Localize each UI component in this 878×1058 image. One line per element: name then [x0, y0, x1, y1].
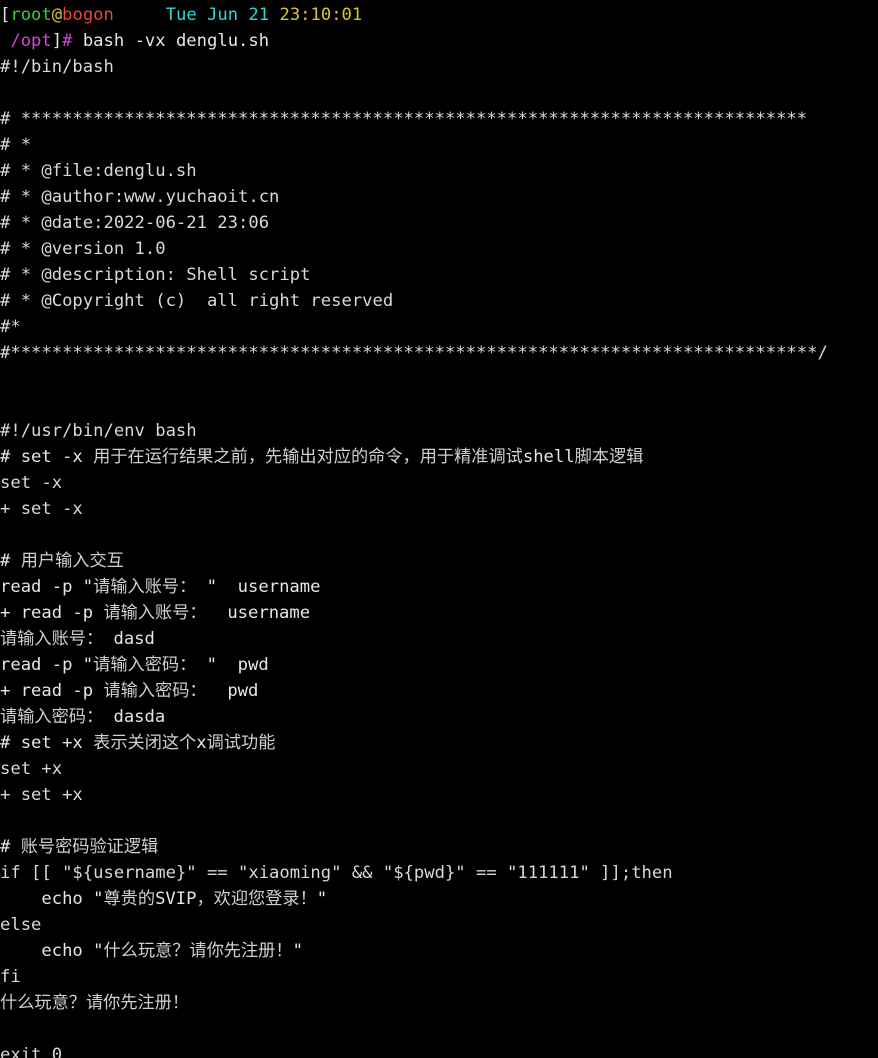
ascii-run: # set -x — [0, 447, 94, 467]
terminal-line-comment-setx: # set -x 用于在运行结果之前，先输出对应的命令，用于精准调试shell脚… — [0, 444, 878, 470]
terminal-line-src-exit: exit 0 — [0, 1045, 63, 1058]
terminal-line-out-fail: 什么玩意？请你先注册！ — [0, 990, 878, 1016]
terminal-line-src-fi: fi — [0, 967, 21, 987]
prompt-at-symbol: @ — [51, 5, 63, 25]
prompt-line-command[interactable]: /opt]# bash -vx denglu.sh — [0, 28, 878, 54]
cjk-run: 请输入账号： — [103, 603, 207, 623]
terminal-line-trace-read-user: + read -p 请输入账号： username — [0, 600, 878, 626]
ascii-run: pwd — [206, 681, 259, 701]
cjk-run: 尊贵的 — [103, 889, 156, 909]
cjk-run: 请输入密码： — [0, 707, 104, 727]
terminal-line-trace-read-pwd: + read -p 请输入密码： pwd — [0, 678, 878, 704]
prompt-line-host: [root@bogon Tue Jun 21 23:10:01 — [0, 0, 878, 28]
ascii-run: " pwd — [196, 655, 269, 675]
terminal-line-out-read-user: 请输入账号： dasd — [0, 626, 878, 652]
ascii-run: username — [206, 603, 311, 623]
terminal-line-hdr-bottom: #***************************************… — [0, 343, 828, 363]
terminal-line-src-else: else — [0, 915, 42, 935]
terminal-line-blank-4 — [0, 522, 878, 548]
terminal-line-out-read-pwd: 请输入密码： dasda — [0, 704, 878, 730]
prompt-date: Tue Jun 21 — [165, 5, 270, 25]
ascii-run: # set +x — [0, 733, 94, 753]
cjk-run: 请输入账号： — [0, 629, 104, 649]
cjk-run: ，欢迎您登录！ — [196, 889, 317, 909]
terminal-line-src-set-x: set -x — [0, 473, 63, 493]
cjk-run: 请输入密码： — [103, 681, 207, 701]
terminal-line-hdr-top: # **************************************… — [0, 109, 808, 129]
ascii-run: SVIP — [155, 889, 197, 909]
cjk-run: 账号密码验证逻辑 — [20, 837, 159, 857]
terminal-line-blank-5 — [0, 808, 878, 834]
ascii-run: + read -p — [0, 603, 104, 623]
prompt-user: root — [10, 5, 52, 25]
terminal-output: #!/bin/bash # **************************… — [0, 54, 878, 1058]
ascii-run: # — [0, 837, 21, 857]
terminal-line-hdr-star-2: #* — [0, 317, 21, 337]
cjk-run: 请输入密码： — [93, 655, 197, 675]
terminal-line-src-echo-ok: echo "尊贵的SVIP，欢迎您登录！" — [0, 886, 878, 912]
prompt-time: 23:10:01 — [279, 5, 363, 25]
ascii-run: dasda — [103, 707, 166, 727]
terminal-line-comment-input: # 用户输入交互 — [0, 548, 878, 574]
ascii-run: x — [196, 733, 207, 753]
ascii-run: " username — [196, 577, 321, 597]
ascii-run: " — [316, 889, 328, 909]
ascii-run: echo " — [0, 941, 104, 961]
ascii-run: read -p " — [0, 655, 94, 675]
ascii-run: read -p " — [0, 577, 94, 597]
terminal-line-hdr-file: # * @file:denglu.sh — [0, 161, 197, 181]
terminal-line-hdr-copyright: # * @Copyright (c) all right reserved — [0, 291, 394, 311]
ascii-run: shell — [522, 447, 575, 467]
cjk-run: 表示关闭这个 — [93, 733, 197, 753]
prompt-bracket-close: ] — [51, 31, 63, 51]
terminal-line-src-echo-fail: echo "什么玩意？请你先注册！" — [0, 938, 878, 964]
cjk-run: 用于在运行结果之前，先输出对应的命令，用于精准调试 — [93, 447, 523, 467]
terminal-line-src-read-user: read -p "请输入账号： " username — [0, 574, 878, 600]
terminal-line-trace-set-plusx: + set +x — [0, 785, 83, 805]
terminal-line-src-set-plusx: set +x — [0, 759, 63, 779]
terminal-line-shebang: #!/bin/bash — [0, 57, 114, 77]
ascii-run: + read -p — [0, 681, 104, 701]
terminal-line-blank-1 — [0, 80, 878, 106]
cjk-run: 什么玩意？请你先注册！ — [103, 941, 293, 961]
prompt-date-time-gap — [269, 5, 279, 25]
terminal-line-src-if: if [[ "${username}" == "xiaoming" && "${… — [0, 863, 673, 883]
terminal-line-hdr-star-1: # * — [0, 135, 32, 155]
terminal-line-env-shebang: #!/usr/bin/env bash — [0, 421, 197, 441]
terminal-line-blank-3 — [0, 392, 878, 418]
terminal-line-hdr-date: # * @date:2022-06-21 23:06 — [0, 213, 270, 233]
prompt-host: bogon — [62, 5, 114, 25]
ascii-run: # — [0, 551, 21, 571]
ascii-run: echo " — [0, 889, 104, 909]
ascii-run: " — [292, 941, 303, 961]
terminal-line-hdr-version: # * @version 1.0 — [0, 239, 166, 259]
prompt-path: /opt — [10, 31, 52, 51]
terminal-line-blank-6 — [0, 1016, 878, 1042]
ascii-run: dasd — [103, 629, 155, 649]
prompt-path-prefix — [0, 31, 10, 51]
cjk-run: 用户输入交互 — [20, 551, 124, 571]
cjk-run: 什么玩意？请你先注册！ — [0, 993, 190, 1013]
command-text: bash -vx denglu.sh — [72, 31, 270, 51]
prompt-hash-symbol: # — [62, 31, 73, 51]
terminal-line-src-read-pwd: read -p "请输入密码： " pwd — [0, 652, 878, 678]
terminal-line-hdr-description: # * @description: Shell script — [0, 265, 311, 285]
terminal-line-blank-2 — [0, 366, 878, 392]
terminal-line-comment-verify: # 账号密码验证逻辑 — [0, 834, 878, 860]
prompt-spacer — [114, 5, 166, 25]
terminal-line-trace-set-x: + set -x — [0, 499, 83, 519]
terminal-line-hdr-author: # * @author:www.yuchaoit.cn — [0, 187, 280, 207]
prompt-bracket-open: [ — [0, 5, 11, 25]
terminal-window[interactable]: [root@bogon Tue Jun 21 23:10:01 /opt]# b… — [0, 0, 878, 1058]
cjk-run: 调试功能 — [206, 733, 276, 753]
cjk-run: 请输入账号： — [93, 577, 197, 597]
terminal-line-comment-setplusx: # set +x 表示关闭这个x调试功能 — [0, 730, 878, 756]
cjk-run: 脚本逻辑 — [574, 447, 644, 467]
